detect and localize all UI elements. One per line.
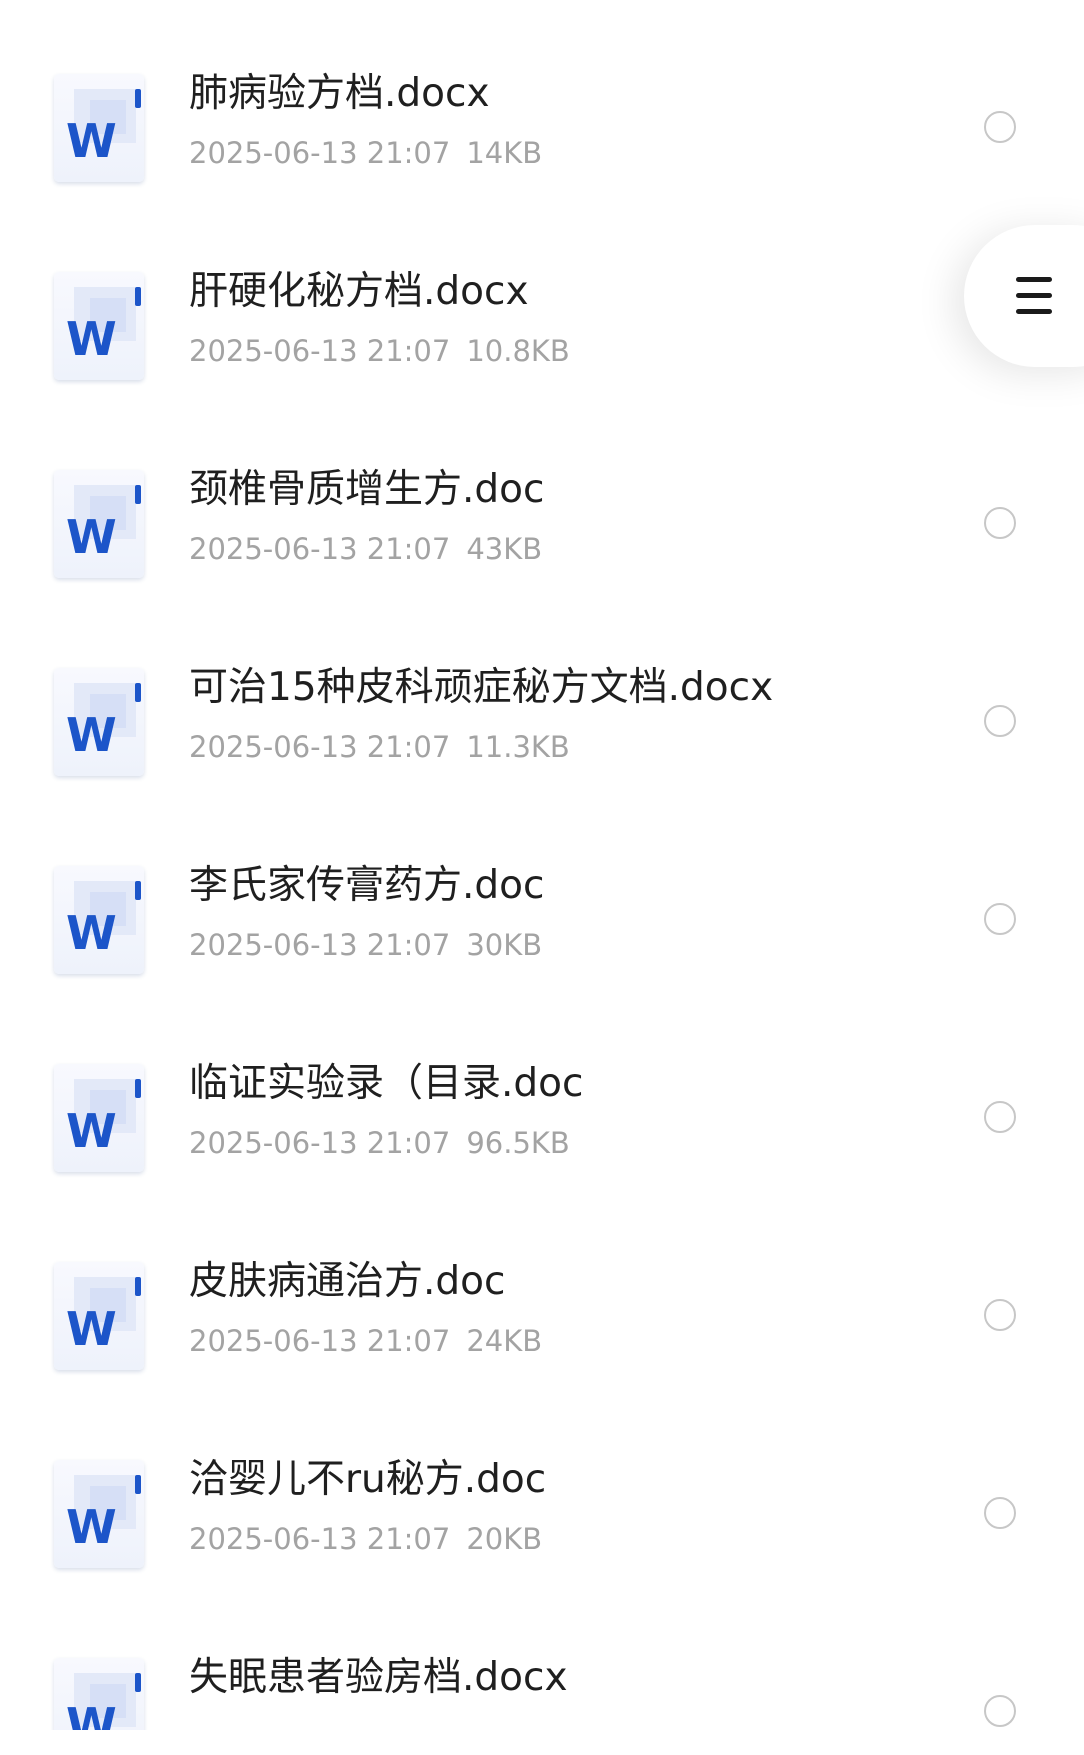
word-doc-letter: W [66, 1302, 117, 1356]
file-size: 11.3KB [466, 730, 570, 764]
select-radio-button[interactable] [984, 507, 1016, 539]
file-name: 李氏家传膏药方.doc [189, 863, 545, 908]
word-doc-icon: W [54, 866, 144, 974]
file-date: 2025-06-13 21:07 [189, 928, 451, 962]
select-radio-button[interactable] [984, 111, 1016, 143]
select-radio-button[interactable] [984, 1497, 1016, 1529]
word-doc-icon: W [54, 1460, 144, 1568]
word-doc-letter: W [66, 708, 117, 762]
file-meta: 2025-06-13 21:07 14KB [189, 136, 542, 171]
word-doc-letter: W [66, 906, 117, 960]
file-name: 可治15种皮科顽症秘方文档.docx [189, 665, 774, 710]
word-doc-letter: W [66, 510, 117, 564]
file-meta: 2025-06-13 21:07 24KB [189, 1324, 542, 1359]
hamburger-menu-icon [1016, 277, 1052, 314]
file-list-item[interactable]: W 颈椎骨质增生方.doc 2025-06-13 21:07 43KB [0, 425, 1084, 623]
file-size: 20KB [466, 1522, 543, 1556]
file-size: 24KB [466, 1324, 543, 1358]
word-doc-icon: W [54, 1262, 144, 1370]
file-list-item[interactable]: W 肝硬化秘方档.docx 2025-06-13 21:07 10.8KB [0, 227, 1084, 425]
file-name: 肺病验方档.docx [189, 71, 490, 116]
select-radio-button[interactable] [984, 1101, 1016, 1133]
file-date: 2025-06-13 21:07 [189, 1324, 451, 1358]
word-doc-icon: W [54, 470, 144, 578]
file-meta: 2025-06-13 21:07 20KB [189, 1522, 542, 1557]
word-doc-icon: W [54, 1658, 144, 1730]
word-doc-letter: W [66, 114, 117, 168]
word-doc-icon: W [54, 1064, 144, 1172]
file-meta: 2025-06-13 21:07 30KB [189, 928, 542, 963]
file-name: 颈椎骨质增生方.doc [189, 467, 545, 512]
word-doc-letter: W [66, 312, 117, 366]
select-radio-button[interactable] [984, 1299, 1016, 1331]
file-list-item[interactable]: W 皮肤病通治方.doc 2025-06-13 21:07 24KB [0, 1217, 1084, 1415]
file-list-item[interactable]: W 可治15种皮科顽症秘方文档.docx 2025-06-13 21:07 11.… [0, 623, 1084, 821]
file-name: 洽婴儿不ru秘方.doc [189, 1457, 547, 1502]
select-radio-button[interactable] [984, 705, 1016, 737]
word-doc-icon: W [54, 668, 144, 776]
word-doc-letter: W [66, 1500, 117, 1554]
file-meta [189, 1720, 205, 1730]
word-doc-letter: W [66, 1698, 117, 1730]
file-date: 2025-06-13 21:07 [189, 136, 451, 170]
file-list-item[interactable]: W 临证实验录（目录.doc 2025-06-13 21:07 96.5KB [0, 1019, 1084, 1217]
file-list-item[interactable]: W 李氏家传膏药方.doc 2025-06-13 21:07 30KB [0, 821, 1084, 1019]
file-list-screen: W 肺病验方档.docx 2025-06-13 21:07 14KB W 肝硬化秘… [0, 0, 1084, 1755]
file-date: 2025-06-13 21:07 [189, 730, 451, 764]
file-name: 失眠患者验房档.docx [189, 1655, 568, 1700]
word-doc-letter: W [66, 1104, 117, 1158]
file-meta: 2025-06-13 21:07 10.8KB [189, 334, 570, 369]
file-list-item[interactable]: W 失眠患者验房档.docx [0, 1613, 1084, 1730]
word-doc-icon: W [54, 74, 144, 182]
file-size: 43KB [466, 532, 543, 566]
file-date: 2025-06-13 21:07 [189, 1522, 451, 1556]
file-size: 14KB [466, 136, 543, 170]
file-name: 肝硬化秘方档.docx [189, 269, 529, 314]
file-date: 2025-06-13 21:07 [189, 334, 451, 368]
file-list-item[interactable]: W 洽婴儿不ru秘方.doc 2025-06-13 21:07 20KB [0, 1415, 1084, 1613]
file-meta: 2025-06-13 21:07 96.5KB [189, 1126, 570, 1161]
word-doc-icon: W [54, 272, 144, 380]
file-size: 30KB [466, 928, 543, 962]
file-date: 2025-06-13 21:07 [189, 1126, 451, 1160]
file-name: 临证实验录（目录.doc [189, 1061, 584, 1106]
file-list-item[interactable]: W 肺病验方档.docx 2025-06-13 21:07 14KB [0, 29, 1084, 227]
file-date: 2025-06-13 21:07 [189, 532, 451, 566]
select-radio-button[interactable] [984, 903, 1016, 935]
file-meta: 2025-06-13 21:07 11.3KB [189, 730, 570, 765]
file-size: 96.5KB [466, 1126, 570, 1160]
file-list: W 肺病验方档.docx 2025-06-13 21:07 14KB W 肝硬化秘… [0, 0, 1084, 1730]
file-meta: 2025-06-13 21:07 43KB [189, 532, 542, 567]
select-radio-button[interactable] [984, 1695, 1016, 1727]
file-name: 皮肤病通治方.doc [189, 1259, 506, 1304]
file-size: 10.8KB [466, 334, 570, 368]
